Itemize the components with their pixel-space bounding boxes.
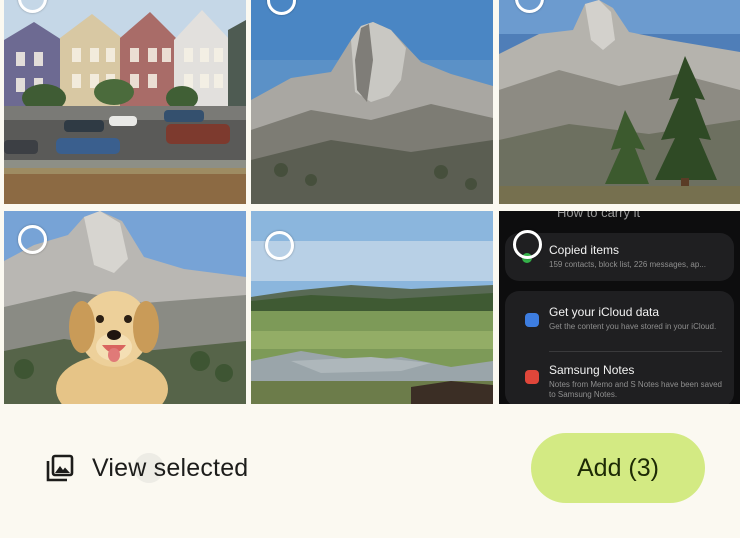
divider [549,351,722,352]
icloud-item-title: Get your iCloud data [549,305,660,319]
screenshot-header: How to carry it [557,211,641,220]
select-circle[interactable] [18,225,47,254]
half-dome-image [251,0,493,204]
select-circle-selected[interactable] [513,230,542,259]
samsung-notes-title: Samsung Notes [549,363,635,377]
photo-picker-screen: How to carry it Copied items 159 contact… [0,0,740,538]
photo-tile-half-dome[interactable] [251,0,493,204]
samsung-notes-icon [525,370,539,384]
photo-tile-painted-ladies[interactable] [4,0,246,204]
photo-tile-half-dome-pine[interactable] [499,0,740,204]
select-circle[interactable] [265,231,294,260]
photo-library-icon [46,454,74,482]
data-sources-card: Get your iCloud data Get the content you… [505,291,734,404]
photo-tile-dog-half-dome[interactable] [4,211,246,404]
icloud-item-description: Get the content you have stored in your … [549,322,717,331]
photo-tile-meadow[interactable] [251,211,493,404]
copied-items-description: 159 contacts, block list, 226 messages, … [549,260,706,269]
copied-items-title: Copied items [549,243,620,257]
half-dome-with-pine-image [499,0,740,204]
samsung-notes-description: Notes from Memo and S Notes have been sa… [549,380,722,399]
view-selected-label: View selected [92,453,249,482]
add-button[interactable]: Add (3) [531,433,705,503]
bottom-action-bar: View selected Add (3) [0,410,740,538]
icloud-icon [525,313,539,327]
photo-grid: How to carry it Copied items 159 contact… [0,0,740,410]
photo-tile-settings-screenshot[interactable]: How to carry it Copied items 159 contact… [499,211,740,404]
painted-ladies-houses-image [4,0,246,204]
view-selected-button[interactable]: View selected [44,450,248,486]
